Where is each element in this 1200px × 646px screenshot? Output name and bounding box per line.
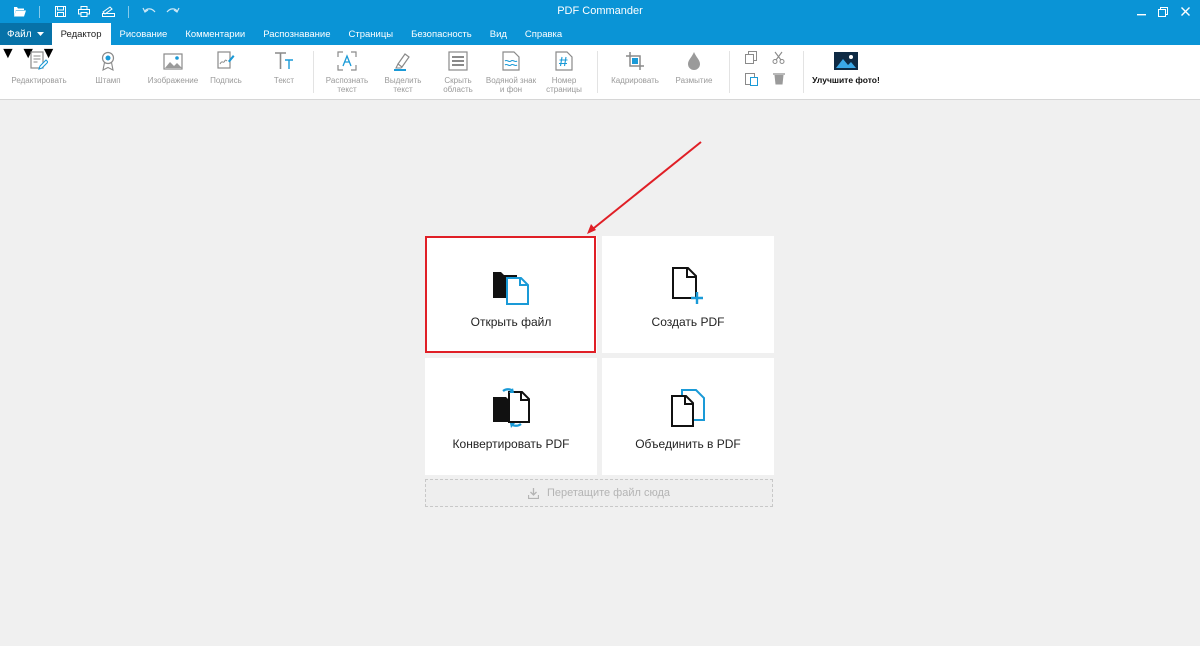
watermark-icon bbox=[500, 50, 522, 72]
hide-area-label-1: Скрыть bbox=[444, 76, 472, 85]
hide-area-tool[interactable]: Скрыть область bbox=[437, 50, 479, 94]
window-controls bbox=[1130, 0, 1196, 23]
download-icon bbox=[527, 487, 539, 499]
watermark-label-2: и фон bbox=[499, 85, 523, 94]
scanner-icon[interactable] bbox=[96, 0, 120, 23]
restore-button[interactable] bbox=[1152, 0, 1174, 23]
crop-tool-label: Кадрировать bbox=[611, 76, 659, 85]
title-bar: PDF Commander bbox=[0, 0, 1200, 23]
enhance-photo-promo[interactable]: Улучшите фото! bbox=[812, 50, 880, 85]
toolbar-separator bbox=[729, 51, 730, 93]
tab-editor[interactable]: Редактор bbox=[51, 23, 111, 45]
edit-document-icon bbox=[28, 50, 50, 72]
toolbar-separator bbox=[313, 51, 314, 93]
new-document-icon bbox=[668, 266, 708, 306]
chevron-down-icon bbox=[36, 32, 44, 36]
tab-view[interactable]: Вид bbox=[481, 23, 516, 45]
tab-help[interactable]: Справка bbox=[516, 23, 571, 45]
separator bbox=[128, 5, 129, 18]
stamp-tool-label: Штамп bbox=[95, 76, 121, 85]
open-file-tile[interactable]: Открыть файл bbox=[425, 236, 597, 353]
signature-tool-label: Подпись bbox=[210, 76, 242, 85]
stamp-tool[interactable]: Штамп bbox=[88, 50, 128, 85]
undo-icon[interactable] bbox=[137, 0, 161, 23]
hide-area-label-2: область bbox=[443, 85, 473, 94]
create-pdf-tile[interactable]: Создать PDF bbox=[602, 236, 774, 353]
blur-tool[interactable]: Размытие bbox=[672, 50, 716, 85]
open-folder-icon[interactable] bbox=[7, 0, 31, 23]
toolbar-separator bbox=[597, 51, 598, 93]
recognize-text-tool[interactable]: Распознать текст bbox=[322, 50, 372, 94]
convert-documents-icon bbox=[491, 388, 531, 428]
photo-icon bbox=[834, 50, 858, 72]
highlight-text-label-1: Выделить bbox=[384, 76, 422, 85]
close-button[interactable] bbox=[1174, 0, 1196, 23]
tab-comments[interactable]: Комментарии bbox=[176, 23, 254, 45]
enhance-photo-label: Улучшите фото! bbox=[812, 75, 880, 85]
watermark-tool[interactable]: Водяной знак и фон bbox=[483, 50, 539, 94]
file-menu-button[interactable]: Файл bbox=[0, 23, 52, 45]
blur-drop-icon bbox=[683, 50, 705, 72]
convert-pdf-tile[interactable]: Конвертировать PDF bbox=[425, 358, 597, 475]
create-pdf-label: Создать PDF bbox=[651, 315, 725, 329]
menu-bar: Файл Редактор Рисование Комментарии Расп… bbox=[0, 23, 1200, 45]
crop-tool[interactable]: Кадрировать bbox=[608, 50, 662, 85]
print-icon[interactable] bbox=[72, 0, 96, 23]
page-number-icon bbox=[553, 50, 575, 72]
recognize-text-label-1: Распознать bbox=[325, 76, 369, 85]
tab-drawing[interactable]: Рисование bbox=[111, 23, 177, 45]
copy-icon[interactable] bbox=[745, 51, 758, 69]
redo-icon[interactable] bbox=[161, 0, 185, 23]
open-file-label: Открыть файл bbox=[470, 315, 552, 329]
drop-zone-label: Перетащите файл сюда bbox=[546, 487, 671, 499]
text-tool-label: Текст bbox=[273, 76, 295, 85]
image-icon bbox=[162, 50, 184, 72]
merge-pdf-label: Объединить в PDF bbox=[635, 437, 741, 451]
recognize-text-icon bbox=[336, 50, 358, 72]
hide-area-icon bbox=[447, 50, 469, 72]
image-tool-label: Изображение bbox=[147, 76, 199, 85]
save-icon[interactable] bbox=[48, 0, 72, 23]
signature-tool[interactable]: Подпись bbox=[206, 50, 246, 85]
toolbar-separator bbox=[803, 51, 804, 93]
blur-tool-label: Размытие bbox=[675, 76, 713, 85]
text-icon bbox=[273, 50, 295, 72]
tab-security[interactable]: Безопасность bbox=[402, 23, 481, 45]
tab-pages[interactable]: Страницы bbox=[340, 23, 403, 45]
paste-icon[interactable] bbox=[745, 72, 758, 91]
highlighter-icon bbox=[392, 50, 414, 72]
file-drop-zone[interactable]: Перетащите файл сюда bbox=[425, 479, 773, 507]
page-number-tool[interactable]: Номер страницы bbox=[544, 50, 584, 94]
file-menu-label: Файл bbox=[7, 28, 32, 40]
image-tool[interactable]: Изображение bbox=[146, 50, 200, 85]
crop-icon bbox=[624, 50, 646, 72]
page-number-label-1: Номер bbox=[551, 76, 577, 85]
text-tool[interactable]: Текст bbox=[266, 50, 302, 85]
signature-icon bbox=[215, 50, 237, 72]
scissors-icon[interactable] bbox=[772, 51, 785, 69]
delete-icon[interactable] bbox=[773, 72, 785, 90]
ribbon-toolbar: Редактировать ▼ Штамп ▼ Изображение Подп… bbox=[0, 45, 1200, 100]
page-number-label-2: страницы bbox=[546, 85, 582, 94]
highlight-text-tool[interactable]: Выделить текст bbox=[380, 50, 426, 94]
edit-tool[interactable]: Редактировать bbox=[10, 50, 68, 85]
recognize-text-label-2: текст bbox=[337, 85, 357, 94]
highlight-text-label-2: текст bbox=[393, 85, 413, 94]
tab-recognition[interactable]: Распознавание bbox=[254, 23, 339, 45]
separator bbox=[39, 5, 40, 18]
stamp-icon bbox=[97, 50, 119, 72]
quick-access-toolbar bbox=[0, 0, 185, 23]
convert-pdf-label: Конвертировать PDF bbox=[452, 437, 570, 451]
edit-tool-label: Редактировать bbox=[11, 76, 67, 85]
minimize-button[interactable] bbox=[1130, 0, 1152, 23]
merge-pdf-tile[interactable]: Объединить в PDF bbox=[602, 358, 774, 475]
merge-documents-icon bbox=[668, 388, 708, 428]
watermark-label-1: Водяной знак bbox=[485, 76, 537, 85]
open-folder-icon bbox=[491, 266, 531, 306]
